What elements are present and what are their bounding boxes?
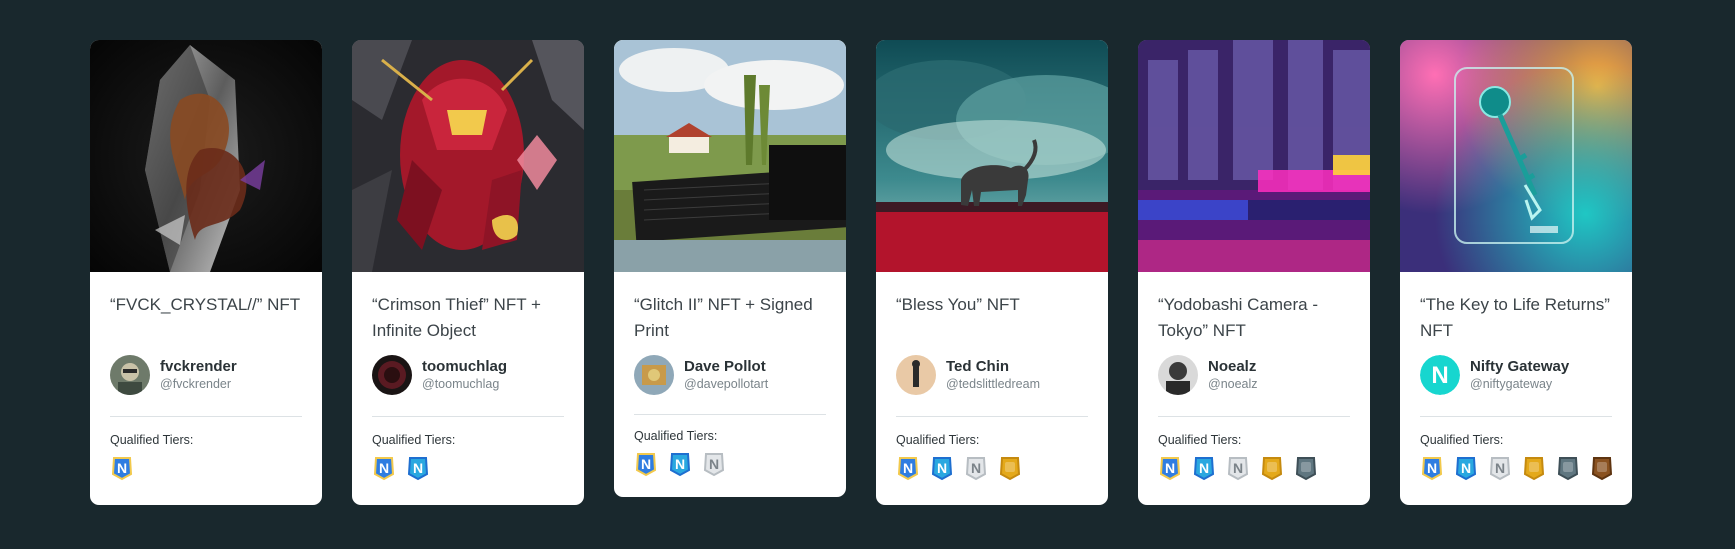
creator-name[interactable]: Ted Chin bbox=[946, 357, 1040, 376]
creator-name[interactable]: fvckrender bbox=[160, 357, 237, 376]
n-cyan-tier-badge-icon[interactable]: N bbox=[1192, 455, 1216, 481]
nft-card[interactable]: “Bless You” NFT Ted Chin @tedslittledrea… bbox=[876, 40, 1108, 505]
creator-avatar[interactable] bbox=[634, 355, 674, 395]
divider bbox=[1158, 416, 1350, 417]
nft-title[interactable]: “Crimson Thief” NFT + Infinite Object bbox=[372, 292, 564, 344]
gold-tier-badge-icon[interactable] bbox=[1522, 455, 1546, 481]
creator-info[interactable]: N Nifty Gateway @niftygateway bbox=[1420, 354, 1612, 396]
n-silver-tier-badge-icon[interactable]: N bbox=[964, 455, 988, 481]
svg-text:N: N bbox=[937, 460, 947, 476]
svg-text:N: N bbox=[413, 460, 423, 476]
nft-title[interactable]: “The Key to Life Returns” NFT bbox=[1420, 292, 1612, 344]
qualified-tiers-label: Qualified Tiers: bbox=[896, 433, 980, 447]
n-blue-tier-badge-icon[interactable]: N bbox=[1420, 455, 1444, 481]
creator-info[interactable]: Noealz @noealz bbox=[1158, 354, 1350, 396]
nft-card[interactable]: “The Key to Life Returns” NFT N Nifty Ga… bbox=[1400, 40, 1632, 505]
svg-text:N: N bbox=[1199, 460, 1209, 476]
divider bbox=[110, 416, 302, 417]
nft-card-grid: “FVCK_CRYSTAL//” NFT fvckrender @fvckren… bbox=[90, 40, 1632, 505]
creator-name[interactable]: Nifty Gateway bbox=[1470, 357, 1569, 376]
creator-info[interactable]: toomuchlag @toomuchlag bbox=[372, 354, 564, 396]
slate-tier-badge-icon[interactable] bbox=[1294, 455, 1318, 481]
n-blue-tier-badge-icon[interactable]: N bbox=[110, 455, 134, 481]
qualified-tiers-label: Qualified Tiers: bbox=[1158, 433, 1242, 447]
n-cyan-tier-badge-icon[interactable]: N bbox=[930, 455, 954, 481]
creator-handle: @fvckrender bbox=[160, 377, 232, 391]
svg-text:N: N bbox=[1461, 460, 1471, 476]
creator-info[interactable]: Dave Pollot @davepollotart bbox=[634, 354, 826, 396]
creator-handle: @davepollotart bbox=[684, 377, 769, 391]
creator-avatar[interactable] bbox=[1158, 355, 1198, 395]
creator-info[interactable]: fvckrender @fvckrender bbox=[110, 354, 302, 396]
nft-artwork-image[interactable] bbox=[1400, 40, 1632, 272]
tier-badges: N bbox=[110, 455, 302, 481]
creator-handle: @noealz bbox=[1208, 377, 1258, 391]
nft-card[interactable]: “FVCK_CRYSTAL//” NFT fvckrender @fvckren… bbox=[90, 40, 322, 505]
n-cyan-tier-badge-icon[interactable]: N bbox=[1454, 455, 1478, 481]
slate-tier-badge-icon[interactable] bbox=[1556, 455, 1580, 481]
qualified-tiers-label: Qualified Tiers: bbox=[1420, 433, 1504, 447]
svg-text:N: N bbox=[903, 460, 913, 476]
tier-badges: NNN bbox=[634, 451, 826, 477]
tier-badges: NN bbox=[372, 455, 564, 481]
svg-text:N: N bbox=[641, 456, 651, 472]
creator-avatar[interactable] bbox=[110, 355, 150, 395]
creator-name[interactable]: toomuchlag bbox=[422, 357, 507, 376]
creator-name[interactable]: Dave Pollot bbox=[684, 357, 768, 376]
qualified-tiers-label: Qualified Tiers: bbox=[634, 429, 718, 443]
creator-handle: @niftygateway bbox=[1470, 377, 1553, 391]
nft-title[interactable]: “Bless You” NFT bbox=[896, 292, 1088, 344]
n-silver-tier-badge-icon[interactable]: N bbox=[702, 451, 726, 477]
gold-tier-badge-icon[interactable] bbox=[998, 455, 1022, 481]
creator-avatar[interactable]: N bbox=[1420, 355, 1460, 395]
bronze-tier-badge-icon[interactable] bbox=[1590, 455, 1614, 481]
nft-card[interactable]: “Crimson Thief” NFT + Infinite Object to… bbox=[352, 40, 584, 505]
svg-text:N: N bbox=[1233, 460, 1243, 476]
nft-title[interactable]: “Yodobashi Camera - Tokyo” NFT bbox=[1158, 292, 1350, 344]
n-cyan-tier-badge-icon[interactable]: N bbox=[406, 455, 430, 481]
nft-artwork-image[interactable] bbox=[614, 40, 846, 272]
nft-card[interactable]: “Yodobashi Camera - Tokyo” NFT Noealz @n… bbox=[1138, 40, 1370, 505]
svg-text:N: N bbox=[709, 456, 719, 472]
n-silver-tier-badge-icon[interactable]: N bbox=[1226, 455, 1250, 481]
creator-name[interactable]: Noealz bbox=[1208, 357, 1258, 376]
nft-artwork-image[interactable] bbox=[352, 40, 584, 272]
nft-artwork-image[interactable] bbox=[1138, 40, 1370, 272]
n-blue-tier-badge-icon[interactable]: N bbox=[634, 451, 658, 477]
nft-artwork-image[interactable] bbox=[876, 40, 1108, 272]
svg-text:N: N bbox=[971, 460, 981, 476]
n-blue-tier-badge-icon[interactable]: N bbox=[372, 455, 396, 481]
creator-handle: @toomuchlag bbox=[422, 377, 500, 391]
divider bbox=[896, 416, 1088, 417]
divider bbox=[634, 414, 826, 415]
divider bbox=[372, 416, 564, 417]
svg-text:N: N bbox=[675, 456, 685, 472]
nft-title[interactable]: “FVCK_CRYSTAL//” NFT bbox=[110, 292, 302, 344]
svg-text:N: N bbox=[117, 460, 127, 476]
qualified-tiers-label: Qualified Tiers: bbox=[372, 433, 456, 447]
creator-info[interactable]: Ted Chin @tedslittledream bbox=[896, 354, 1088, 396]
creator-handle: @tedslittledream bbox=[946, 377, 1040, 391]
tier-badges: NNN bbox=[1420, 455, 1614, 481]
tier-badges: NNN bbox=[896, 455, 1088, 481]
qualified-tiers-label: Qualified Tiers: bbox=[110, 433, 194, 447]
n-cyan-tier-badge-icon[interactable]: N bbox=[668, 451, 692, 477]
nft-title[interactable]: “Glitch II” NFT + Signed Print bbox=[634, 292, 826, 344]
gold-tier-badge-icon[interactable] bbox=[1260, 455, 1284, 481]
n-blue-tier-badge-icon[interactable]: N bbox=[1158, 455, 1182, 481]
n-silver-tier-badge-icon[interactable]: N bbox=[1488, 455, 1512, 481]
svg-text:N: N bbox=[1165, 460, 1175, 476]
tier-badges: NNN bbox=[1158, 455, 1350, 481]
creator-avatar[interactable] bbox=[372, 355, 412, 395]
avatar-letter: N bbox=[1431, 362, 1448, 389]
creator-avatar[interactable] bbox=[896, 355, 936, 395]
nft-card[interactable]: “Glitch II” NFT + Signed Print Dave Poll… bbox=[614, 40, 846, 497]
svg-text:N: N bbox=[379, 460, 389, 476]
n-blue-tier-badge-icon[interactable]: N bbox=[896, 455, 920, 481]
nft-artwork-image[interactable] bbox=[90, 40, 322, 272]
divider bbox=[1420, 416, 1612, 417]
svg-text:N: N bbox=[1427, 460, 1437, 476]
svg-text:N: N bbox=[1495, 460, 1505, 476]
